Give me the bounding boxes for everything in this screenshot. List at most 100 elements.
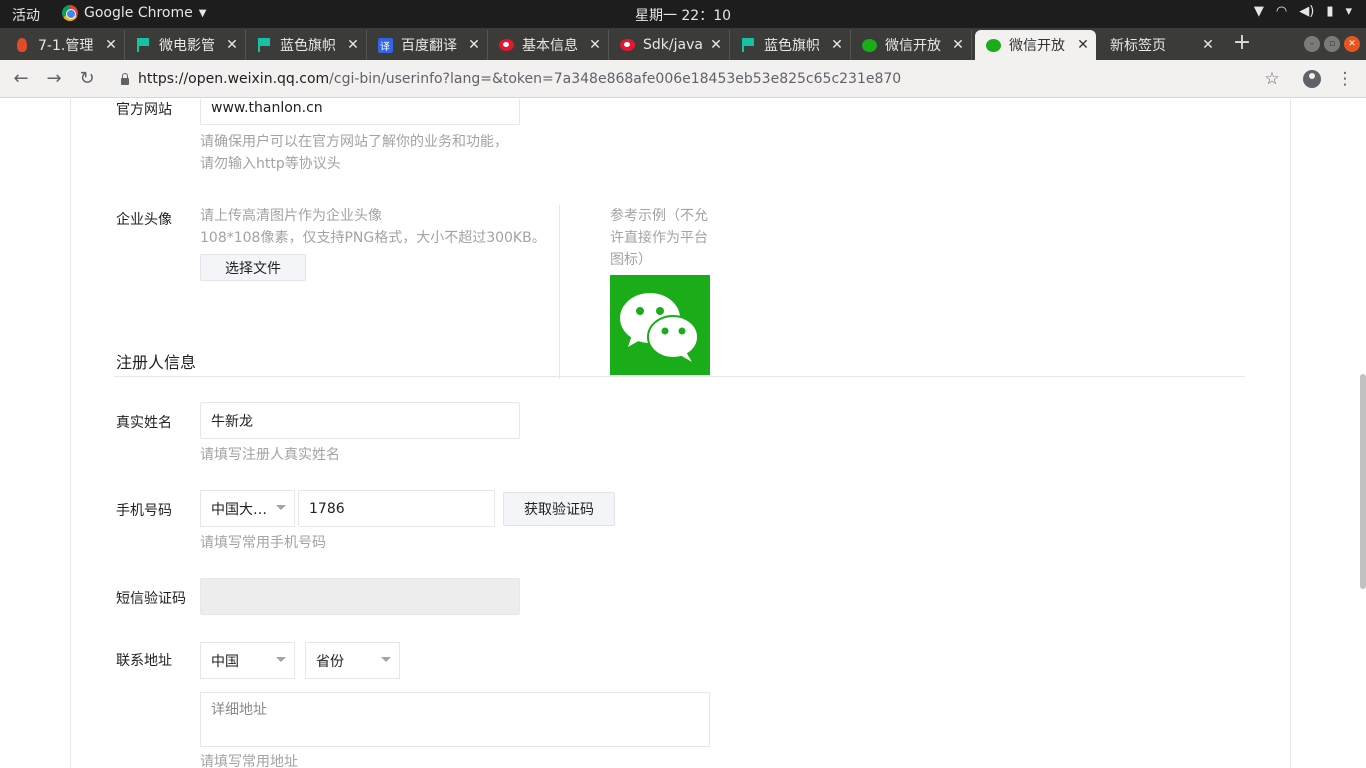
tab-title: 微电影管 xyxy=(159,38,215,54)
website-label: 官方网站 xyxy=(116,102,172,118)
battery-icon[interactable]: ▮ xyxy=(1326,4,1333,19)
phone-label: 手机号码 xyxy=(116,503,172,519)
sample-caption-3: 图标） xyxy=(610,252,652,268)
tab[interactable]: 微电影管 ✕ xyxy=(125,30,246,60)
lock-icon[interactable] xyxy=(120,73,130,85)
app-menu[interactable]: Google Chrome ▼ xyxy=(62,5,206,21)
wechat-logo-sample xyxy=(610,275,710,375)
close-icon[interactable]: ✕ xyxy=(588,37,602,53)
tab-title: 微信开放 xyxy=(885,38,941,54)
dropdown-arrow-icon[interactable]: ▼ xyxy=(1254,4,1264,19)
chevron-down-icon[interactable]: ▾ xyxy=(1345,4,1352,19)
close-icon[interactable]: ✕ xyxy=(830,37,844,53)
page-viewport: 官方网站 www.thanlon.cn 请确保用户可以在官方网站了解你的业务和功… xyxy=(0,99,1366,768)
window-controls: – ▫ ✕ xyxy=(1304,36,1360,52)
province-value: 省份 xyxy=(316,653,344,670)
wifi-icon[interactable]: ◠ xyxy=(1276,4,1287,19)
close-icon[interactable]: ✕ xyxy=(346,37,360,53)
tab-title: 新标签页 xyxy=(1110,38,1166,54)
tab-title: 百度翻译 xyxy=(401,38,457,54)
close-icon[interactable]: ✕ xyxy=(709,37,723,53)
address-label: 联系地址 xyxy=(116,653,172,669)
close-icon[interactable]: ✕ xyxy=(225,37,239,53)
choose-file-button[interactable]: 选择文件 xyxy=(200,254,306,281)
real-name-input[interactable]: 牛新龙 xyxy=(200,402,520,439)
url-path: /cgi-bin/userinfo?lang=&token=7a348e868a… xyxy=(329,71,902,87)
back-arrow-icon[interactable]: ← xyxy=(10,68,32,90)
tab-strip: 7-1.管理 ✕ 微电影管 ✕ 蓝色旗帜 ✕ 译 百度翻译 ✕ 基本信息 ✕ S… xyxy=(0,28,1366,60)
sample-caption-2: 许直接作为平台 xyxy=(610,230,708,246)
province-select[interactable]: 省份 xyxy=(305,642,400,679)
forward-arrow-icon[interactable]: → xyxy=(43,68,65,90)
minimize-icon[interactable]: – xyxy=(1304,36,1320,52)
tab-active[interactable]: 微信开放 ✕ xyxy=(975,30,1096,60)
get-code-button[interactable]: 获取验证码 xyxy=(503,492,615,526)
activities-button[interactable]: 活动 xyxy=(12,5,40,25)
tab-title: 蓝色旗帜 xyxy=(764,38,820,54)
avatar-label: 企业头像 xyxy=(116,212,172,228)
tab[interactable]: 7-1.管理 ✕ xyxy=(4,30,125,60)
weibo-icon xyxy=(619,37,635,53)
close-icon[interactable]: ✕ xyxy=(1076,37,1090,53)
tab[interactable]: 微信开放 ✕ xyxy=(851,30,972,60)
chrome-icon xyxy=(62,5,78,21)
close-icon[interactable]: ✕ xyxy=(951,37,965,53)
reload-icon[interactable]: ↻ xyxy=(76,68,98,90)
system-tray[interactable]: ▼ ◠ ◀) ▮ ▾ xyxy=(1254,4,1352,19)
wechat-icon xyxy=(620,293,699,362)
address-country-value: 中国 xyxy=(211,653,239,670)
bookmark-star-icon[interactable]: ☆ xyxy=(1262,68,1282,90)
close-icon[interactable]: ✕ xyxy=(1201,37,1215,53)
real-name-hint: 请填写注册人真实姓名 xyxy=(200,447,340,463)
sample-caption-1: 参考示例（不允 xyxy=(610,208,708,224)
app-name: Google Chrome xyxy=(84,5,193,21)
wechat-icon xyxy=(861,37,877,53)
registrant-section-title: 注册人信息 xyxy=(116,353,197,372)
phone-input[interactable]: 1786 xyxy=(298,490,495,527)
tab[interactable]: 蓝色旗帜 ✕ xyxy=(246,30,367,60)
weibo-icon xyxy=(498,37,514,53)
page-scrollbar[interactable] xyxy=(1360,374,1366,589)
website-input[interactable]: www.thanlon.cn xyxy=(200,99,520,125)
flag-icon xyxy=(135,37,151,53)
close-icon[interactable]: ✕ xyxy=(104,37,118,53)
maximize-icon[interactable]: ▫ xyxy=(1324,36,1340,52)
dropdown-arrow-icon xyxy=(276,505,286,510)
chevron-down-icon: ▼ xyxy=(198,7,207,19)
dropdown-arrow-icon xyxy=(276,657,286,662)
close-icon[interactable]: ✕ xyxy=(467,37,481,53)
detail-address-textarea[interactable]: 详细地址 xyxy=(200,692,710,747)
profile-button[interactable] xyxy=(1302,68,1322,90)
website-hint-2: 请勿输入http等协议头 xyxy=(200,156,341,172)
vertical-divider xyxy=(559,205,560,379)
tab[interactable]: 蓝色旗帜 ✕ xyxy=(730,30,851,60)
fanyi-icon: 译 xyxy=(377,37,393,53)
url-host: https://open.weixin.qq.com xyxy=(138,71,330,87)
flag-icon xyxy=(740,37,756,53)
sms-code-label: 短信验证码 xyxy=(116,591,186,607)
window-close-icon[interactable]: ✕ xyxy=(1344,36,1360,52)
new-tab-button[interactable]: + xyxy=(1230,30,1254,56)
flag-icon xyxy=(256,37,272,53)
real-name-label: 真实姓名 xyxy=(116,415,172,431)
avatar-icon xyxy=(1303,70,1321,88)
country-code-select[interactable]: 中国大… xyxy=(200,490,295,527)
tab[interactable]: 基本信息 ✕ xyxy=(488,30,609,60)
tab[interactable]: Sdk/java ✕ xyxy=(609,30,730,60)
tab[interactable]: 新标签页 ✕ xyxy=(1100,30,1221,60)
tab-title: 蓝色旗帜 xyxy=(280,38,336,54)
tab-title: Sdk/java xyxy=(643,37,703,53)
menu-kebab-icon[interactable]: ⋮ xyxy=(1335,68,1355,90)
tab-title: 基本信息 xyxy=(522,38,578,54)
avatar-hint-2: 108*108像素，仅支持PNG格式，大小不超过300KB。 xyxy=(200,230,546,246)
volume-icon[interactable]: ◀) xyxy=(1299,4,1314,19)
address-bar[interactable]: https://open.weixin.qq.com /cgi-bin/user… xyxy=(110,65,1290,93)
browser-toolbar: ← → ↻ https://open.weixin.qq.com /cgi-bi… xyxy=(0,60,1366,98)
address-country-select[interactable]: 中国 xyxy=(200,642,295,679)
tab[interactable]: 译 百度翻译 ✕ xyxy=(367,30,488,60)
country-code-value: 中国大… xyxy=(211,501,267,518)
sms-code-input[interactable] xyxy=(200,578,520,615)
system-top-bar: 活动 Google Chrome ▼ 星期一 22：10 ▼ ◠ ◀) ▮ ▾ xyxy=(0,0,1366,28)
section-divider xyxy=(114,376,1245,377)
tab-title: 7-1.管理 xyxy=(38,38,94,54)
